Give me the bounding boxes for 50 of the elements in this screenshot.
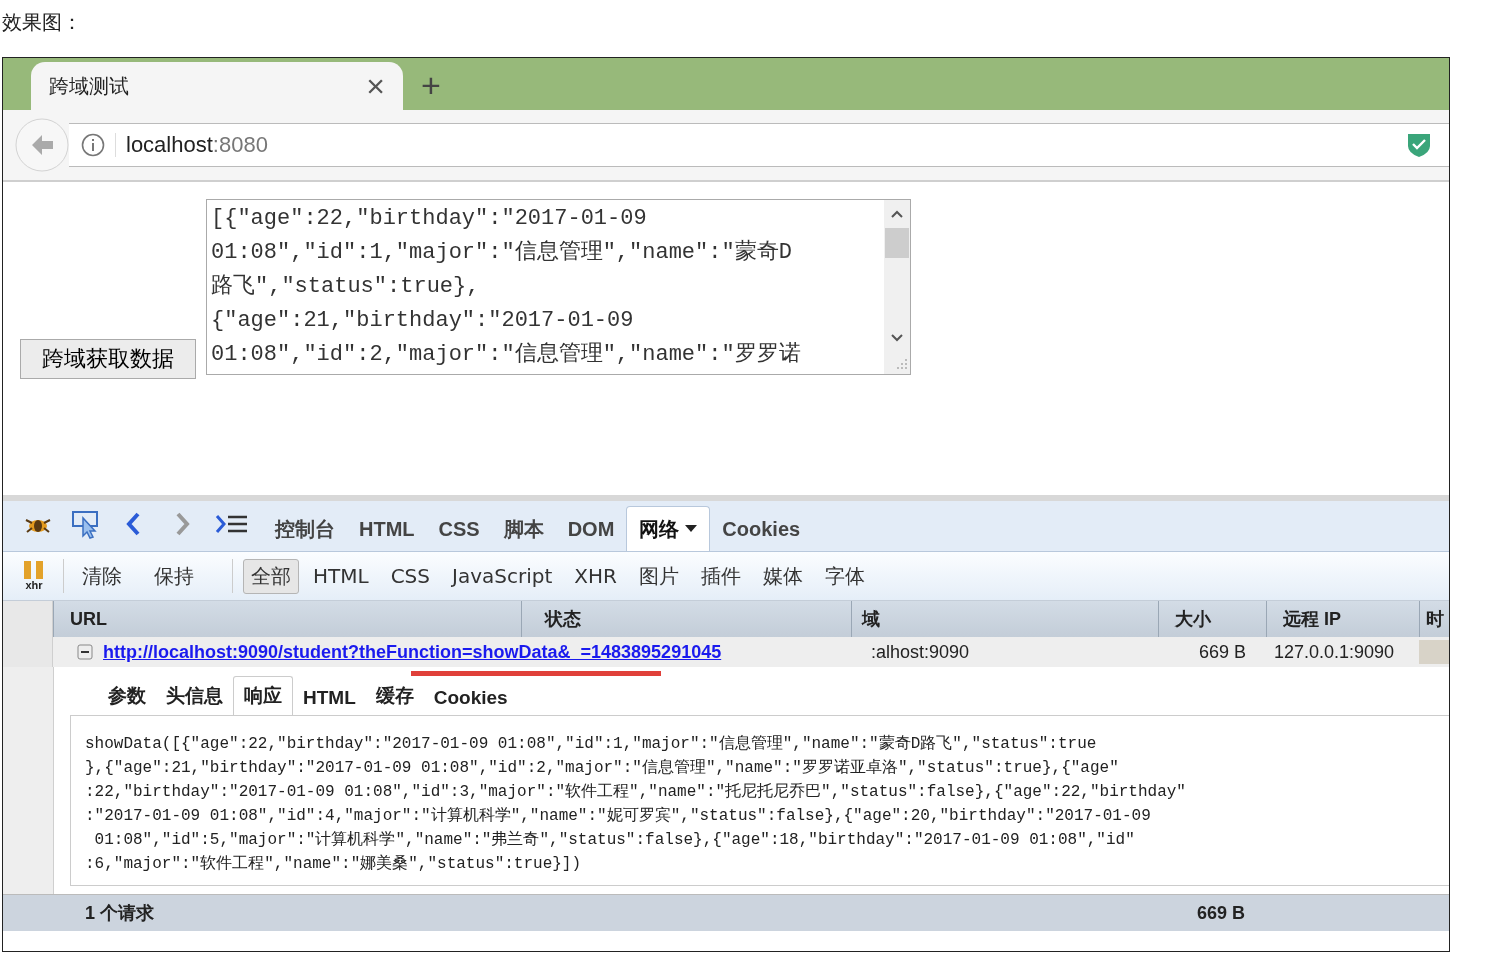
scroll-thumb[interactable] [885,228,909,258]
info-icon[interactable] [81,133,116,157]
table-cell-text: :alhost:9090 [870,641,971,663]
shield-icon[interactable] [1407,132,1431,158]
request-url-link[interactable]: http://localhost:9090/student?theFunction=showData&_=1483895291045 [103,641,722,663]
filter-button[interactable]: 媒体 [754,558,811,594]
table-cell-text: 127.0.0.1:9090 [1273,641,1396,663]
detail-tab[interactable]: HTML [293,681,366,715]
caption-text: 效果图： [1,10,83,35]
panel-tab[interactable]: DOM [555,507,627,551]
filter-button[interactable]: XHR [566,560,625,592]
panel-tab[interactable]: 网络 [626,506,711,551]
filter-button[interactable]: 字体 [816,558,873,594]
filter-button[interactable]: CSS [382,560,438,592]
detail-tab[interactable]: 头信息 [156,677,233,715]
toolbar-button[interactable]: 保持 [146,558,202,594]
filter-button[interactable]: HTML [305,560,377,592]
detail-tab[interactable]: 缓存 [365,677,424,715]
browser-tab[interactable]: 跨域测试 × [31,62,403,110]
table-cell-text: 669 B [1197,641,1247,663]
total-size: 669 B [1196,902,1245,924]
fetch-button[interactable]: 跨域获取数据 [20,339,196,379]
panel-tab[interactable]: Cookies [710,507,813,551]
toolbar-button[interactable]: 清除 [74,558,130,594]
filter-button[interactable]: 图片 [630,558,687,594]
scrollbar[interactable] [884,200,910,374]
detail-tab[interactable]: Cookies [423,681,518,715]
panel-tab[interactable]: 控制台 [263,507,347,551]
request-count: 1 个请求 [85,902,154,925]
panel-tab[interactable]: 脚本 [491,507,556,551]
filter-button[interactable]: JavaScript [444,560,561,592]
close-icon[interactable]: × [366,70,385,102]
panel-tab[interactable]: HTML [347,507,427,551]
text-area[interactable]: [{"age":22,"birthday":"2017-01-09 01:08","id":1,"major":"信息管理","name":"蒙奇D 路飞","status":true}, {"age":21,"birthday":"2017-01-09 01:08","id":2,"major":"信息管理","name":"罗罗诺 [206,199,911,375]
panel-tab[interactable]: CSS [426,507,492,551]
timeline-bar [1419,640,1449,664]
tab-title: 跨域测试 [49,73,129,99]
filter-button[interactable]: 插件 [692,558,749,594]
textarea-text: [{"age":22,"birthday":"2017-01-09 01:08","id":1,"major":"信息管理","name":"蒙奇D 路飞","status":true}, {"age":21,"birthday":"2017-01-09 01:08","id":2,"major":"信息管理","name":"罗罗诺 [210,205,802,369]
new-tab-button[interactable]: + [421,68,441,102]
filter-button[interactable]: 全部 [243,558,299,594]
xhr-button[interactable]: xhr [19,561,49,591]
inspect-icon[interactable] [71,509,101,539]
address-text: localhost:8080 [126,132,269,158]
detail-tab[interactable]: 响应 [233,676,293,715]
address-field[interactable]: localhost:8080 [69,123,1449,167]
resize-grip-icon[interactable] [896,358,908,370]
detail-tab[interactable]: 参数 [98,677,156,715]
response-text: showData([{"age":22,"birthday":"2017-01-09 01:08","id":1,"major":"信息管理","name":"蒙奇D路飞","status":true },{"age":21,"birthday":"2017-01-09 01:08","id":2,"major":"信息管理","name":"罗罗诺亚卓洛","status":true},{"age" :22,"birthday":"2017-01-09 01:08","id":3,"major":"软件工程","name":"托尼托尼乔巴","status":false},{"age":22,"birthday" :"2017-01-09 01:08","id":4,"major":"计算机科学","name":"妮可罗宾","status":false},{"age":20,"birthday":"2017-01-09 01:08","id":5,"major":"计算机科学","name":"弗兰奇","status":false},{"age":18,"birthday":"2017-01-09 01:08","id" :6,"major":"软件工程","name":"娜美桑","status":true}]) [85,733,1187,875]
collapse-icon[interactable] [77,644,93,660]
